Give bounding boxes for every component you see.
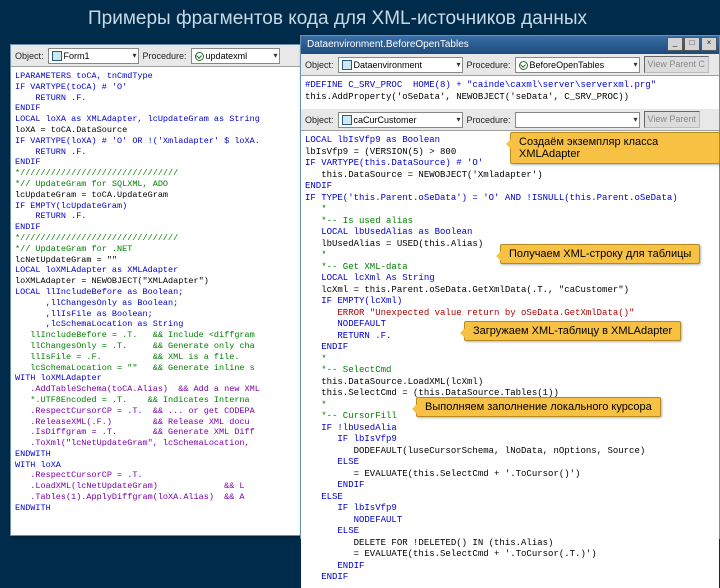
object-combo-r1[interactable]: Dataenvironment: [338, 57, 463, 73]
object-combo-r2[interactable]: caCurCustomer: [338, 112, 463, 128]
procedure-combo-r1[interactable]: BeforeOpenTables: [515, 57, 640, 73]
object-label: Object:: [15, 51, 44, 61]
view-parent-button-2[interactable]: View Parent: [644, 111, 700, 128]
view-parent-button-1[interactable]: View Parent C: [644, 56, 709, 73]
right-code-editor-top[interactable]: #DEFINE C_SRV_PROC HOME(8) + "cainde\cax…: [301, 76, 719, 109]
procedure-label: Procedure:: [143, 51, 187, 61]
callout-create-xmladapter: Создаём экземпляр класса XMLAdapter: [510, 132, 720, 164]
right-toolbar-2: Object: caCurCustomer Procedure: View Pa…: [301, 109, 719, 131]
right-code-editor-main[interactable]: LOCAL lbIsVfp9 as Boolean lbIsVfp9 = (VE…: [301, 131, 719, 588]
object-combo-left[interactable]: Form1: [48, 48, 139, 64]
procedure-combo-r2[interactable]: [515, 112, 640, 128]
object-label: Object:: [305, 60, 334, 70]
procedure-combo-left[interactable]: updatexml: [191, 48, 280, 64]
maximize-button[interactable]: □: [684, 37, 700, 51]
close-button[interactable]: ×: [701, 37, 717, 51]
procedure-label: Procedure:: [467, 115, 511, 125]
callout-fill-cursor: Выполняем заполнение локального курсора: [416, 397, 661, 417]
left-code-pane: Object: Form1 Procedure: updatexml LPARA…: [10, 44, 312, 536]
minimize-button[interactable]: _: [667, 37, 683, 51]
left-code-editor[interactable]: LPARAMETERS toCA, tnCmdType IF VARTYPE(t…: [11, 67, 311, 518]
left-toolbar: Object: Form1 Procedure: updatexml: [11, 45, 311, 67]
object-label: Object:: [305, 115, 334, 125]
procedure-label: Procedure:: [467, 60, 511, 70]
callout-get-xml-string: Получаем XML-строку для таблицы: [500, 244, 700, 264]
right-toolbar-1: Object: Dataenvironment Procedure: Befor…: [301, 54, 719, 76]
slide-title: Примеры фрагментов кода для XML-источник…: [0, 0, 720, 38]
right-code-pane: Dataenvironment.BeforeOpenTables _ □ × O…: [300, 35, 720, 539]
callout-load-xml-table: Загружаем XML-таблицу в XMLAdapter: [464, 321, 681, 341]
right-titlebar: Dataenvironment.BeforeOpenTables _ □ ×: [301, 36, 719, 54]
